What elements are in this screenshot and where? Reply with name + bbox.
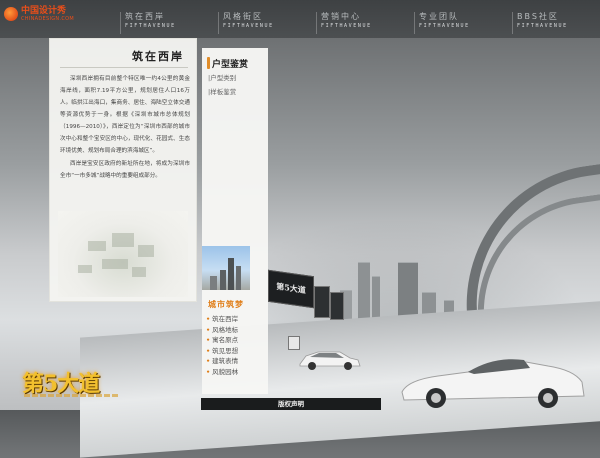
highway-billboard: 第5大道 <box>268 269 314 309</box>
city-list-item[interactable]: • 寓名原点 <box>206 335 266 346</box>
footer-bar: 版权声明 <box>201 398 381 410</box>
city-item-label: 寓名原点 <box>212 336 239 345</box>
bullet-icon: • <box>206 346 211 355</box>
nav-label: 专业团队 <box>419 12 459 21</box>
nav-item-bbs[interactable]: BBS社区 FIFTHAVENUE <box>512 12 597 34</box>
nav-item-style-district[interactable]: 风格街区 FIFTHAVENUE <box>218 12 303 34</box>
logo-mark-icon <box>4 7 18 21</box>
top-nav-bar: 中国设计秀 CHINADESIGN.COM 筑在西岸 FIFTHAVENUE 风… <box>0 0 600 38</box>
logo-subtitle: CHINADESIGN.COM <box>21 16 74 22</box>
bullet-icon: • <box>206 325 211 334</box>
logo-name: 中国设计秀 <box>21 6 67 16</box>
road-sign <box>314 286 330 318</box>
article-title: 筑在西岸 <box>132 50 184 63</box>
title-divider <box>60 67 188 68</box>
brand-underline <box>24 394 120 397</box>
nav-label: 营销中心 <box>321 12 361 21</box>
tower-photo <box>202 246 250 290</box>
city-item-label: 筑见思想 <box>212 346 239 355</box>
aerial-plan-image <box>58 211 188 297</box>
nav-sublabel: FIFTHAVENUE <box>321 23 372 29</box>
convertible-car-icon <box>401 359 585 408</box>
city-list-item[interactable]: • 筑在西岸 <box>206 314 266 325</box>
bullet-icon: • <box>206 357 211 366</box>
nav-label: 风格街区 <box>223 12 263 21</box>
city-list-item[interactable]: • 建筑表情 <box>206 356 266 367</box>
nav-sublabel: FIFTHAVENUE <box>517 23 568 29</box>
article-body: 深圳西岸拥有目前整个特区唯一约4公里的黄金海岸线，面积7.19平方公里，规划居住… <box>60 73 190 183</box>
nav-item-western-shore[interactable]: 筑在西岸 FIFTHAVENUE <box>120 12 205 34</box>
title-accent-bar <box>207 57 210 69</box>
city-item-label: 筑在西岸 <box>212 315 239 323</box>
sub-navigation-column: 户型鉴赏 |户型类别 |样板鉴赏 城市筑梦 • 筑在西岸 • 风格地标 • 寓名原点 … <box>202 48 268 394</box>
city-dream-list: • 筑在西岸 • 风格地标 • 寓名原点 • 筑见思想 • 建筑表情 • 风貌园林 <box>206 314 266 378</box>
city-list-item[interactable]: • 筑见思想 <box>206 346 266 357</box>
city-list-item[interactable]: • 风格地标 <box>206 325 266 336</box>
nav-sublabel: FIFTHAVENUE <box>125 23 176 29</box>
bullet-icon: • <box>206 367 211 376</box>
site-logo[interactable]: 中国设计秀 CHINADESIGN.COM <box>4 3 74 25</box>
nav-item-team[interactable]: 专业团队 FIFTHAVENUE <box>414 12 499 34</box>
nav-item-sales-center[interactable]: 营销中心 FIFTHAVENUE <box>316 12 401 34</box>
article-paragraph: 深圳西岸拥有目前整个特区唯一约4公里的黄金海岸线，面积7.19平方公里，规划居住… <box>60 76 190 154</box>
logo-text-block: 中国设计秀 CHINADESIGN.COM <box>21 6 74 22</box>
bullet-icon: • <box>206 336 211 345</box>
nav-label: 筑在西岸 <box>125 12 165 21</box>
fifth-avenue-brand-logo: 第5大道 <box>22 371 100 397</box>
nav-sublabel: FIFTHAVENUE <box>223 23 274 29</box>
sub-link-floorplan-types[interactable]: |户型类别 <box>208 72 236 82</box>
road-sign <box>330 292 344 320</box>
city-item-label: 建筑表情 <box>212 357 239 366</box>
sub-link-showroom[interactable]: |样板鉴赏 <box>208 86 236 96</box>
section-title: 户型鉴赏 <box>212 60 249 70</box>
city-item-label: 风貌园林 <box>212 367 239 376</box>
billboard-text: 第5大道 <box>276 280 306 296</box>
article-paragraph: 西岸是宝安区政府的新址所在地，将成为深圳市全市“一市多城”战略中的重要组成部分。 <box>60 161 190 179</box>
city-item-label: 风格地标 <box>212 325 239 334</box>
nav-sublabel: FIFTHAVENUE <box>419 23 470 29</box>
city-dream-title: 城市筑梦 <box>208 299 244 309</box>
nav-label: BBS社区 <box>517 12 559 21</box>
bullet-icon: • <box>206 315 211 323</box>
sedan-car-icon <box>299 351 361 370</box>
copyright-link[interactable]: 版权声明 <box>201 398 381 410</box>
city-list-item[interactable]: • 风貌园林 <box>206 367 266 378</box>
article-panel: 筑在西岸 深圳西岸拥有目前整个特区唯一约4公里的黄金海岸线，面积7.19平方公里… <box>49 38 197 302</box>
